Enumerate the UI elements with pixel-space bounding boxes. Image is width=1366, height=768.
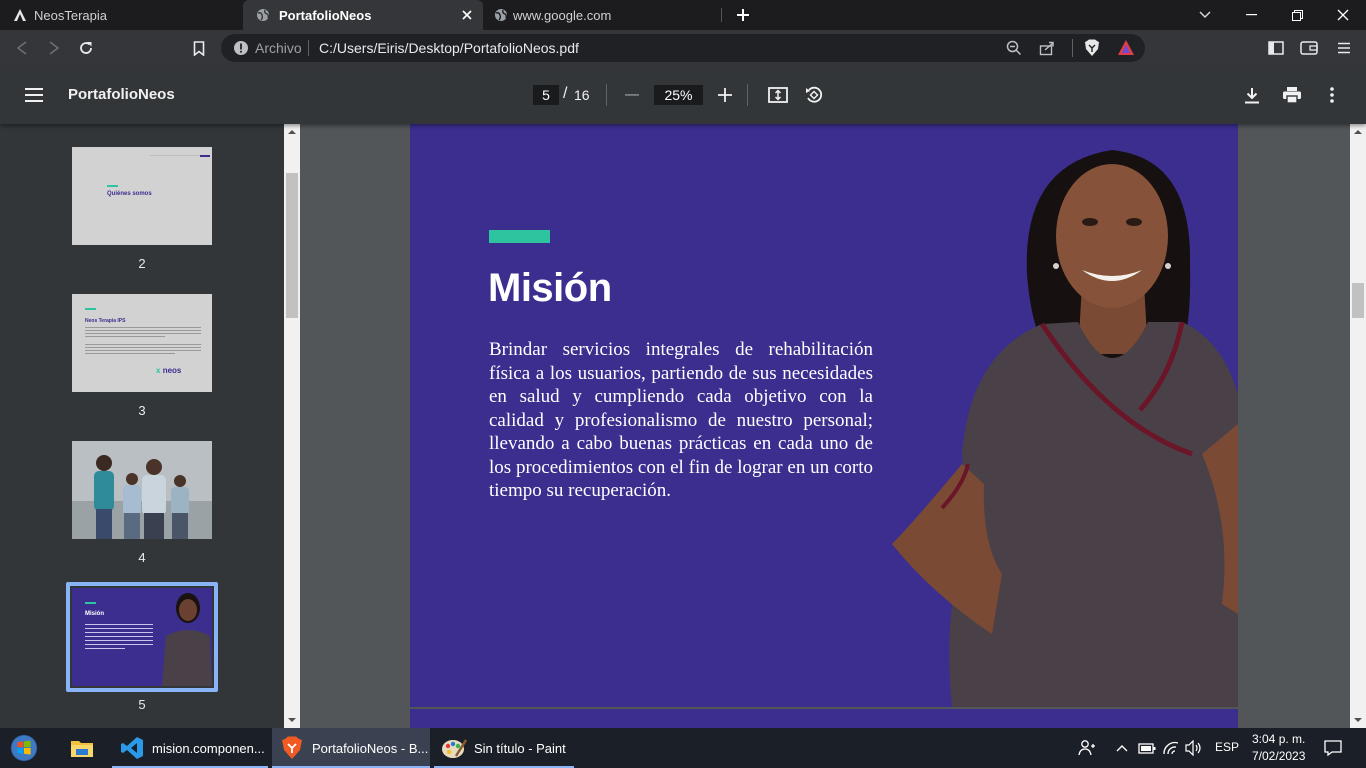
slide-body-text: Brindar servicios integrales de rehabili… (489, 339, 873, 501)
clock-time[interactable]: 3:04 p. m. (1252, 732, 1305, 746)
thumbnail-page-4[interactable] (72, 441, 212, 539)
url-text[interactable]: C:/Users/Eiris/Desktop/PortafolioNeos.pd… (319, 40, 579, 56)
fit-to-page-icon[interactable] (766, 83, 790, 107)
file-explorer-icon (68, 734, 96, 762)
back-arrow-icon[interactable] (12, 38, 32, 58)
thumb-heading: Quiénes somos (107, 191, 152, 197)
thumbnail-page-3[interactable]: Neos Terapia IPS x neos (72, 294, 212, 392)
thumb-heading: Misión (85, 611, 104, 617)
toolbar-divider (747, 84, 748, 106)
menu-icon[interactable] (1334, 38, 1354, 58)
info-icon[interactable] (233, 40, 249, 56)
pdf-page: Misión Brindar servicios integrales de r… (410, 124, 1238, 707)
vscode-icon (118, 734, 146, 762)
notifications-icon[interactable] (1323, 738, 1343, 758)
next-pdf-page (410, 709, 1238, 728)
rotate-icon[interactable] (802, 83, 826, 107)
file-explorer-button[interactable] (58, 728, 108, 768)
thumbnail-page-2[interactable]: Quiénes somos (72, 147, 212, 245)
brave-shields-icon[interactable] (1084, 39, 1100, 57)
language-indicator[interactable]: ESP (1215, 740, 1239, 754)
show-hidden-icons-chevron-icon[interactable] (1112, 738, 1132, 758)
start-button[interactable] (0, 728, 54, 768)
hamburger-menu-icon[interactable] (22, 83, 46, 107)
pdf-toolbar: PortafolioNeos 5 / 16 25% (0, 66, 1366, 124)
zoom-out-magnifier-icon[interactable] (1006, 40, 1022, 56)
thumbnail-number: 4 (138, 550, 146, 565)
clock-date[interactable]: 7/02/2023 (1252, 749, 1305, 763)
new-tab-button[interactable] (721, 0, 765, 30)
close-window-button[interactable] (1320, 0, 1366, 30)
close-tab-icon[interactable] (459, 7, 475, 23)
tab-title: NeosTerapia (34, 7, 107, 23)
paint-icon (440, 734, 468, 762)
share-icon[interactable] (1039, 40, 1055, 56)
restore-button[interactable] (1274, 0, 1320, 30)
address-divider (1072, 39, 1073, 57)
globe-icon (255, 7, 271, 23)
toolbar-divider (606, 84, 607, 106)
battery-icon[interactable] (1137, 738, 1157, 758)
page-separator: / (563, 85, 568, 102)
tab-google[interactable]: www.google.com (483, 0, 721, 30)
tab-search-chevron-icon[interactable] (1182, 0, 1228, 30)
scheme-label: Archivo (255, 40, 302, 56)
print-icon[interactable] (1280, 83, 1304, 107)
page-total: 16 (574, 87, 590, 103)
reload-icon[interactable] (76, 38, 96, 58)
taskbar-label: Sin título - Paint (474, 740, 566, 756)
thumbnail-number: 3 (138, 403, 146, 418)
download-icon[interactable] (1240, 83, 1264, 107)
forward-arrow-icon[interactable] (44, 38, 64, 58)
globe-icon (493, 7, 509, 23)
volume-icon[interactable] (1184, 738, 1204, 758)
zoom-in-icon[interactable] (713, 83, 737, 107)
browser-toolbar: Archivo C:/Users/Eiris/Desktop/Portafoli… (0, 30, 1366, 66)
zoom-out-icon[interactable] (620, 83, 644, 107)
nurse-photo (892, 150, 1238, 707)
brave-rewards-icon[interactable] (1117, 39, 1135, 56)
more-options-icon[interactable] (1320, 83, 1344, 107)
people-icon[interactable] (1077, 738, 1097, 758)
thumbnail-number: 2 (138, 256, 146, 271)
brave-icon (278, 734, 306, 762)
thumb-heading: Neos Terapia IPS (85, 318, 126, 324)
sidebar-toggle-icon[interactable] (1266, 38, 1286, 58)
neos-logo: x neos (156, 366, 182, 375)
tab-portafolioneos[interactable]: PortafolioNeos (243, 0, 483, 30)
tab-neosterapia[interactable]: NeosTerapia (0, 0, 243, 30)
taskbar-vscode[interactable]: mision.componen... (112, 728, 268, 768)
windows-taskbar: mision.componen... PortafolioNeos - B...… (0, 728, 1366, 768)
wifi-icon[interactable] (1161, 738, 1181, 758)
page-number-input[interactable]: 5 (533, 85, 559, 105)
document-title: PortafolioNeos (68, 86, 175, 103)
slide-title: Misión (488, 266, 612, 310)
bookmark-icon[interactable] (189, 38, 209, 58)
address-bar[interactable]: Archivo C:/Users/Eiris/Desktop/Portafoli… (221, 34, 1145, 62)
viewer-scrollbar[interactable] (1350, 124, 1366, 728)
pdf-viewer: Misión Brindar servicios integrales de r… (300, 124, 1350, 728)
tab-title: www.google.com (513, 7, 612, 23)
taskbar-brave[interactable]: PortafolioNeos - B... (272, 728, 430, 768)
windows-start-icon (10, 734, 38, 762)
brave-a-icon (12, 7, 28, 23)
wallet-icon[interactable] (1299, 38, 1319, 58)
minimize-button[interactable] (1228, 0, 1274, 30)
thumbnail-sidebar: Quiénes somos 2 Neos Terapia IPS x neos … (0, 124, 284, 728)
thumbnail-number: 5 (138, 697, 146, 712)
taskbar-label: mision.componen... (152, 740, 265, 756)
zoom-input[interactable]: 25% (654, 85, 703, 105)
address-divider (308, 40, 309, 56)
viewer-scroll-thumb[interactable] (1352, 283, 1364, 318)
tab-title: PortafolioNeos (279, 7, 372, 23)
taskbar-label: PortafolioNeos - B... (312, 740, 429, 756)
thumbnail-page-5[interactable]: Misión (72, 588, 212, 686)
sidebar-scroll-thumb[interactable] (286, 173, 298, 318)
taskbar-paint[interactable]: Sin título - Paint (434, 728, 574, 768)
tab-strip: NeosTerapia PortafolioNeos www.google.co… (0, 0, 1366, 30)
accent-bar (489, 230, 550, 243)
